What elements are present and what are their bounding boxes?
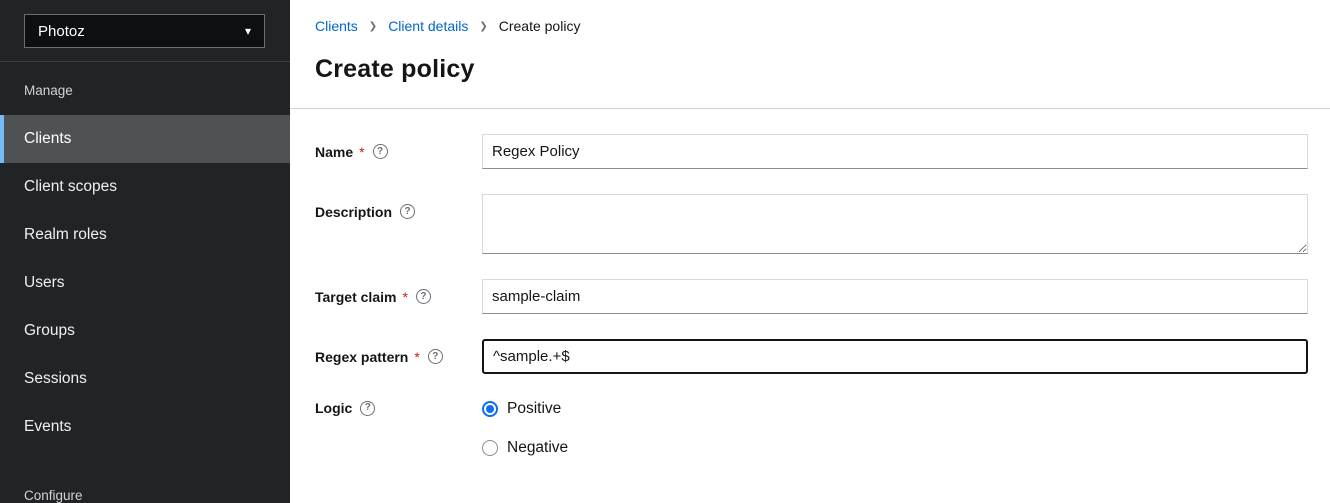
description-label: Description	[315, 204, 392, 220]
logic-positive-label: Positive	[507, 400, 561, 418]
logic-negative-label: Negative	[507, 439, 568, 457]
target-claim-label: Target claim	[315, 289, 396, 305]
radio-selected-icon	[482, 401, 498, 417]
logic-radio-group: Positive Negative	[482, 399, 1308, 457]
required-indicator: *	[359, 144, 364, 160]
breadcrumb: Clients ❯ Client details ❯ Create policy	[315, 17, 1305, 34]
name-label: Name	[315, 144, 353, 160]
sidebar-item-client-scopes[interactable]: Client scopes	[0, 163, 290, 211]
form-row-regex-pattern: Regex pattern * ?	[315, 339, 1308, 374]
create-policy-form: Name * ? Description ? Target claim * ?	[290, 109, 1330, 457]
help-icon[interactable]: ?	[416, 289, 431, 304]
target-claim-field[interactable]	[482, 279, 1308, 314]
sidebar-item-clients[interactable]: Clients	[0, 115, 290, 163]
realm-selector-label: Photoz	[38, 23, 85, 40]
breadcrumb-current: Create policy	[499, 18, 581, 34]
main-content: Clients ❯ Client details ❯ Create policy…	[290, 0, 1330, 503]
name-field[interactable]	[482, 134, 1308, 169]
content-header: Clients ❯ Client details ❯ Create policy…	[290, 0, 1330, 83]
required-indicator: *	[414, 349, 419, 365]
logic-positive-radio[interactable]: Positive	[482, 400, 1308, 418]
help-icon[interactable]: ?	[373, 144, 388, 159]
radio-unselected-icon	[482, 440, 498, 456]
chevron-right-icon: ❯	[479, 20, 487, 32]
name-label-cell: Name * ?	[315, 134, 482, 169]
required-indicator: *	[402, 289, 407, 305]
regex-pattern-label: Regex pattern	[315, 349, 408, 365]
breadcrumb-link-clients[interactable]: Clients	[315, 18, 358, 34]
nav-section-manage: Manage	[0, 62, 290, 115]
form-row-name: Name * ?	[315, 134, 1308, 169]
realm-selector-dropdown[interactable]: Photoz ▾	[24, 14, 265, 48]
sidebar-nav: Clients Client scopes Realm roles Users …	[0, 115, 290, 451]
breadcrumb-link-client-details[interactable]: Client details	[388, 18, 468, 34]
logic-label-cell: Logic ?	[315, 399, 482, 417]
logic-negative-radio[interactable]: Negative	[482, 439, 1308, 457]
logic-label: Logic	[315, 400, 352, 416]
help-icon[interactable]: ?	[360, 401, 375, 416]
target-claim-label-cell: Target claim * ?	[315, 279, 482, 314]
description-field[interactable]	[482, 194, 1308, 254]
sidebar-item-sessions[interactable]: Sessions	[0, 355, 290, 403]
sidebar-item-groups[interactable]: Groups	[0, 307, 290, 355]
sidebar: Photoz ▾ Manage Clients Client scopes Re…	[0, 0, 290, 503]
form-row-description: Description ?	[315, 194, 1308, 254]
description-label-cell: Description ?	[315, 194, 482, 229]
regex-pattern-label-cell: Regex pattern * ?	[315, 339, 482, 374]
regex-pattern-field[interactable]	[482, 339, 1308, 374]
form-row-target-claim: Target claim * ?	[315, 279, 1308, 314]
form-row-logic: Logic ? Positive Negative	[315, 399, 1308, 457]
sidebar-item-realm-roles[interactable]: Realm roles	[0, 211, 290, 259]
chevron-right-icon: ❯	[369, 20, 377, 32]
nav-section-configure: Configure	[0, 451, 290, 503]
help-icon[interactable]: ?	[400, 204, 415, 219]
chevron-down-icon: ▾	[245, 25, 251, 37]
help-icon[interactable]: ?	[428, 349, 443, 364]
sidebar-item-events[interactable]: Events	[0, 403, 290, 451]
page-title: Create policy	[315, 55, 1305, 83]
sidebar-item-users[interactable]: Users	[0, 259, 290, 307]
